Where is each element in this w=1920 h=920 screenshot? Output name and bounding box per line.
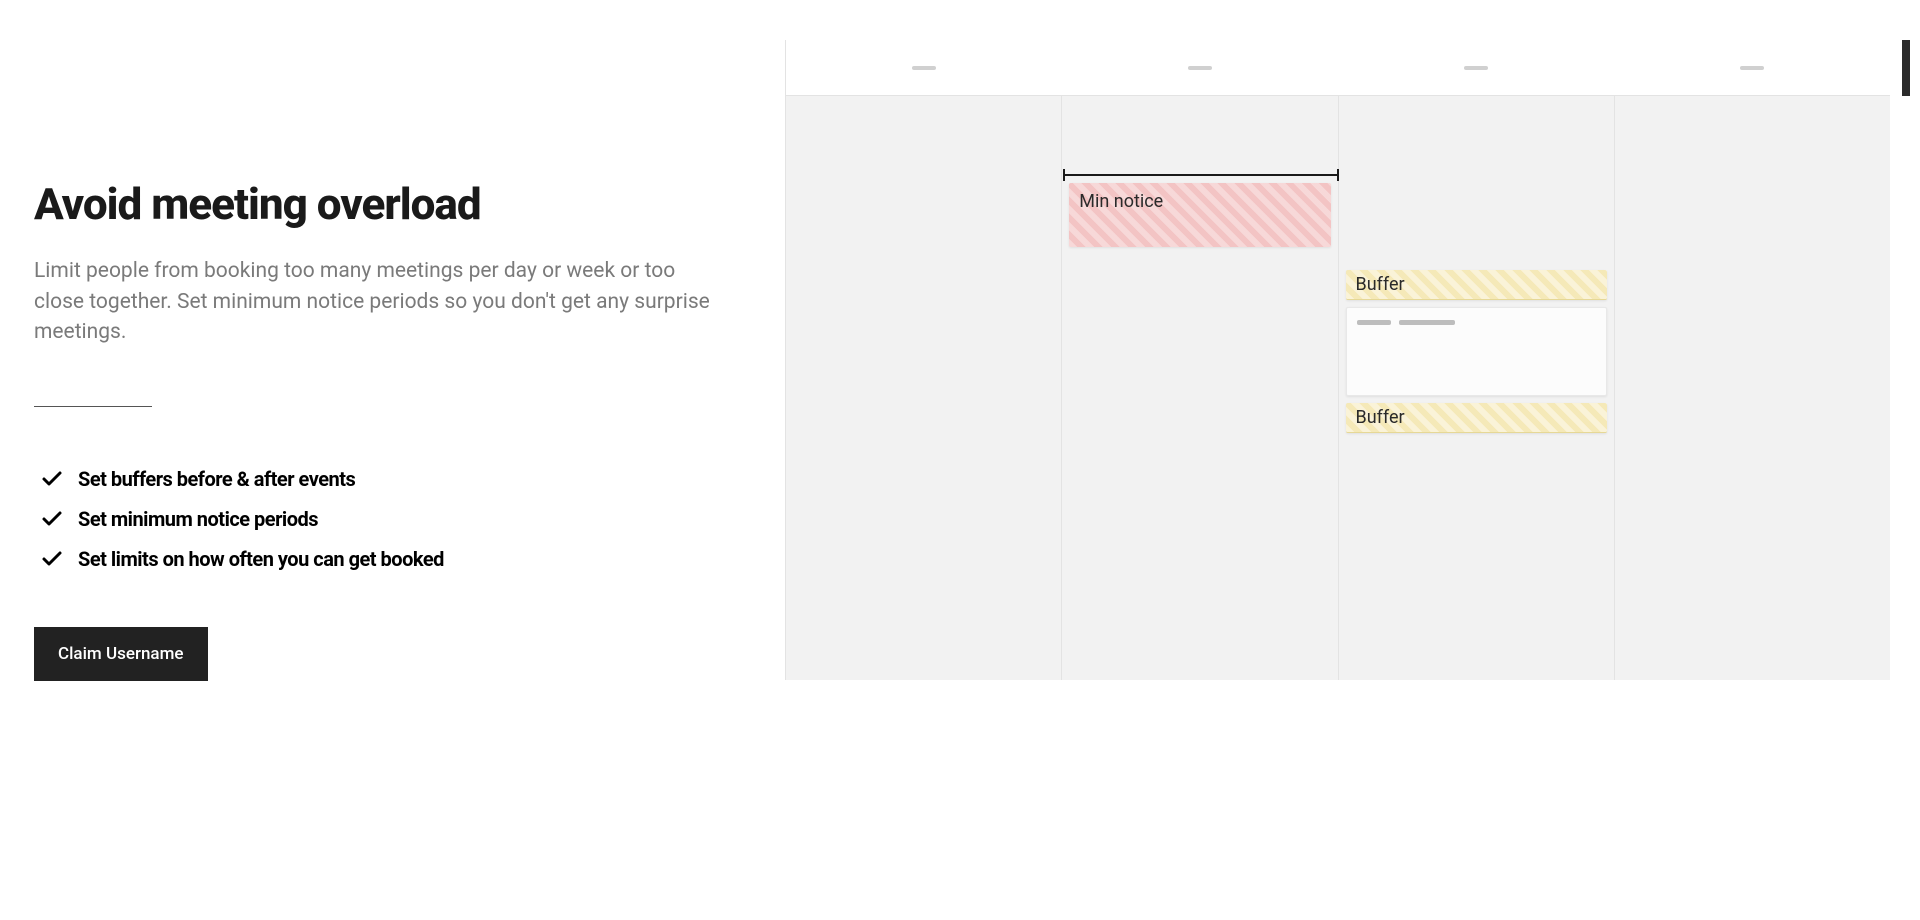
day-placeholder-icon [912,66,936,70]
calendar-day-header [1062,40,1338,95]
claim-username-button[interactable]: Claim Username [34,627,208,681]
feature-text: Set buffers before & after events [78,467,355,491]
meeting-block [1346,307,1607,396]
feature-list: Set buffers before & after events Set mi… [34,467,725,571]
calendar-day-header [1338,40,1614,95]
page-description: Limit people from booking too many meeti… [34,256,714,347]
calendar-body: Min notice Buffer Buffer [786,96,1890,680]
calendar-header [786,40,1890,96]
check-icon [40,507,64,531]
day-placeholder-icon [1188,66,1212,70]
calendar-day-header [1614,40,1890,95]
day-placeholder-icon [1740,66,1764,70]
feature-item: Set limits on how often you can get book… [40,547,725,571]
check-icon [40,467,64,491]
min-notice-block: Min notice [1069,183,1330,247]
calendar-column: Buffer Buffer [1339,96,1615,680]
feature-text: Set minimum notice periods [78,507,318,531]
feature-text: Set limits on how often you can get book… [78,547,444,571]
calendar-day-header [786,40,1062,95]
calendar: Min notice Buffer Buffer [785,40,1890,680]
feature-item: Set minimum notice periods [40,507,725,531]
scrollbar[interactable] [1902,40,1910,96]
meeting-placeholder-icon [1357,320,1391,325]
calendar-panel: Min notice Buffer Buffer [785,0,1920,920]
feature-item: Set buffers before & after events [40,467,725,491]
scrollbar-thumb[interactable] [1902,40,1910,96]
min-notice-indicator-icon [1063,174,1338,176]
page-heading: Avoid meeting overload [34,180,725,228]
calendar-column [786,96,1062,680]
meeting-placeholder-icon [1399,320,1455,325]
check-icon [40,547,64,571]
buffer-block: Buffer [1346,403,1607,433]
divider [34,406,152,407]
buffer-block: Buffer [1346,270,1607,300]
calendar-column: Min notice [1062,96,1338,680]
content-panel: Avoid meeting overload Limit people from… [0,0,785,920]
calendar-column [1615,96,1890,680]
day-placeholder-icon [1464,66,1488,70]
